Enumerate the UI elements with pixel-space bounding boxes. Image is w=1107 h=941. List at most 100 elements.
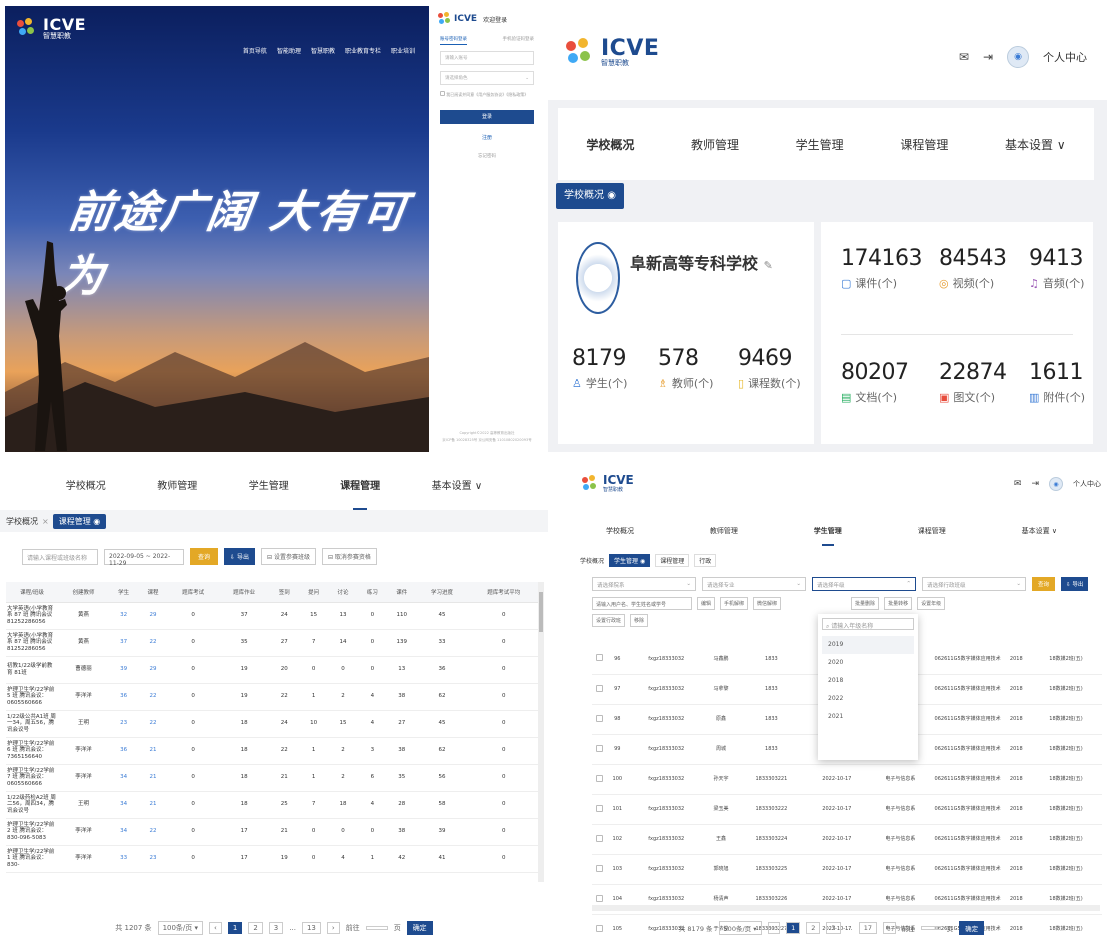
page-button[interactable]: 3 xyxy=(268,922,284,934)
tab-sms-login[interactable]: 手机验证码登录 xyxy=(503,36,535,45)
student-search-input[interactable]: 请输入用户名、学生姓名或学号 xyxy=(592,597,692,610)
tab-basic-settings[interactable]: 基本设置 ∨ xyxy=(432,477,483,492)
table-row[interactable]: 1/22级公共A1班 周一34，周五56，腾讯会议号 王明 23 22 0 18 24 10 1… xyxy=(6,710,540,738)
export-button[interactable]: ⇩ 导出 xyxy=(1061,577,1089,591)
table-cell[interactable]: 23 xyxy=(108,710,139,738)
tab-student-management[interactable]: 学生管理 xyxy=(249,477,289,492)
cancel-competition-button[interactable]: ⊟ 取消参赛资格 xyxy=(321,548,377,565)
dropdown-option[interactable]: 2019 xyxy=(822,636,914,654)
batch-delete-button[interactable]: 批量删除 xyxy=(851,597,880,610)
grade-select[interactable]: 请选择年级 ⌃ xyxy=(812,577,916,591)
tab-course-management[interactable]: 课程管理 xyxy=(900,130,948,159)
column-header[interactable]: 题库考试 xyxy=(167,582,219,603)
goto-page-input[interactable] xyxy=(920,926,941,930)
table-cell[interactable]: 29 xyxy=(138,602,168,630)
logo[interactable]: ICVE 智慧职教 xyxy=(17,17,86,40)
page-button[interactable]: 17 xyxy=(858,922,878,934)
column-header[interactable]: 课件 xyxy=(387,582,417,603)
grade-search-input[interactable]: ⌕ 请输入年级名称 xyxy=(822,618,914,630)
table-row[interactable]: 初教1/22级学前教育 81班 曹德丽 39 29 0 19 20 0 0 0 13 36 0 xyxy=(6,656,540,684)
breadcrumb-item[interactable]: 学校概况 xyxy=(580,556,604,565)
close-icon[interactable]: ◉ xyxy=(607,190,616,201)
table-cell[interactable]: 23 xyxy=(138,845,168,873)
register-link[interactable]: 注册 xyxy=(434,134,540,141)
tab-student-management[interactable]: 学生管理 xyxy=(814,526,842,536)
column-header[interactable]: 讨论 xyxy=(328,582,358,603)
vertical-scrollbar[interactable] xyxy=(538,582,544,882)
table-row[interactable]: 101 fxgz18333032 梁玉美 1833303222 2022-10-17 电子… xyxy=(592,794,1102,825)
column-header[interactable]: 题库作业 xyxy=(218,582,270,603)
table-cell[interactable]: 22 xyxy=(138,683,168,711)
page-button[interactable]: 1 xyxy=(227,922,243,934)
breadcrumb-item[interactable]: 课程管理 xyxy=(655,554,690,567)
logo[interactable]: ICVE 智慧职教 xyxy=(582,474,634,493)
row-checkbox[interactable] xyxy=(592,734,608,765)
breadcrumb-item-active[interactable]: 学生管理 ◉ xyxy=(609,554,651,567)
table-row[interactable]: 大学英语(小学教育系 87 班 腾讯会议 81252286056 黄燕 37 22 0 3… xyxy=(6,629,540,657)
goto-page-input[interactable] xyxy=(365,926,388,930)
table-cell[interactable]: 36 xyxy=(108,737,139,765)
row-checkbox[interactable] xyxy=(592,824,608,855)
phone-unbind-button[interactable]: 手机解绑 xyxy=(720,597,749,610)
tab-student-management[interactable]: 学生管理 xyxy=(796,130,844,159)
dropdown-option[interactable]: 2020 xyxy=(822,654,914,672)
remove-button[interactable]: 移除 xyxy=(630,614,649,627)
logo[interactable]: ICVE 智慧职教 xyxy=(566,38,659,68)
logout-icon[interactable]: ⇥ xyxy=(1031,479,1039,489)
row-checkbox[interactable] xyxy=(592,764,608,795)
close-icon[interactable]: × xyxy=(42,517,49,526)
table-cell[interactable]: 36 xyxy=(108,683,139,711)
table-row[interactable]: 100 fxgz18333032 孙天宇 1833303221 2022-10-17 电子… xyxy=(592,764,1102,795)
confirm-button[interactable]: 确定 xyxy=(406,921,433,935)
tab-school-overview[interactable]: 学校概况 xyxy=(606,526,634,536)
table-cell[interactable]: 39 xyxy=(108,656,139,684)
table-row[interactable]: 大学英语(小学教育系 87 班 腾讯会议 81252286056 黄燕 32 29 0 3… xyxy=(6,602,540,630)
logout-icon[interactable]: ⇥ xyxy=(983,50,993,64)
column-header[interactable]: 课程 xyxy=(138,582,168,603)
breadcrumb[interactable]: 学校概况 ◉ xyxy=(556,183,624,209)
table-cell[interactable]: 21 xyxy=(138,791,168,819)
table-cell[interactable]: 32 xyxy=(108,602,139,630)
set-competition-class-button[interactable]: ⊟ 设置参赛班级 xyxy=(260,548,316,565)
page-button[interactable]: 2 xyxy=(248,922,263,934)
set-admin-class-button[interactable]: 设置行政班 xyxy=(592,614,626,627)
avatar[interactable]: ◉ xyxy=(1007,46,1029,68)
class-select[interactable]: 请选择行政班级 ⌄ xyxy=(922,577,1026,591)
breadcrumb-item-active[interactable]: 课程管理 ◉ xyxy=(52,513,107,529)
page-button[interactable]: 2 xyxy=(806,922,821,934)
nav-item[interactable]: 职业培训 xyxy=(391,46,415,55)
column-header[interactable]: 题库考试平均 xyxy=(467,582,540,603)
row-checkbox[interactable] xyxy=(592,704,608,735)
tab-basic-settings[interactable]: 基本设置 ∨ xyxy=(1022,526,1057,536)
column-header[interactable]: 练习 xyxy=(357,582,388,603)
table-cell[interactable]: 22 xyxy=(138,710,168,738)
next-page-button[interactable]: › xyxy=(883,922,896,934)
nav-item[interactable]: 首页导航 xyxy=(243,46,267,55)
column-header[interactable]: 签到 xyxy=(269,582,299,603)
major-select[interactable]: 请选择专业 ⌄ xyxy=(702,577,806,591)
column-header[interactable]: 提问 xyxy=(298,582,329,603)
nav-item[interactable]: 智慧职教 xyxy=(311,46,335,55)
table-row[interactable]: 1/22级药检A2班 周二56，周四34，腾讯会议号 王明 34 21 0 18 25 7 18… xyxy=(6,791,540,819)
agreement-checkbox[interactable]: 我已阅读并同意《用户服务协议》《隐私政策》 xyxy=(440,91,534,98)
forgot-password-link[interactable]: 忘记密码 xyxy=(434,153,540,159)
table-cell[interactable]: 22 xyxy=(138,629,168,657)
table-cell[interactable]: 34 xyxy=(108,791,139,819)
table-cell[interactable]: 21 xyxy=(138,737,168,765)
table-row[interactable]: 护理卫生学/22学前1 班 腾讯会议：830- 李洋洋 33 23 0 17 19 0 4 1 42… xyxy=(6,845,540,873)
tab-course-management[interactable]: 课程管理 xyxy=(918,526,946,536)
nav-item[interactable]: 智能助理 xyxy=(277,46,301,55)
edit-button[interactable]: 编辑 xyxy=(697,597,716,610)
batch-transfer-button[interactable]: 批量转移 xyxy=(884,597,913,610)
tab-course-management[interactable]: 课程管理 xyxy=(340,477,380,492)
tab-school-overview[interactable]: 学校概况 xyxy=(586,130,634,159)
mail-icon[interactable]: ✉ xyxy=(959,50,969,64)
department-select[interactable]: 请选择院系 ⌄ xyxy=(592,577,696,591)
tab-teacher-management[interactable]: 教师管理 xyxy=(157,477,197,492)
prev-page-button[interactable]: ‹ xyxy=(767,922,781,934)
table-row[interactable]: 102 fxgz18333032 王鑫 1833303224 2022-10-17 电子与… xyxy=(592,824,1102,855)
prev-page-button[interactable]: ‹ xyxy=(209,922,222,934)
tab-basic-settings[interactable]: 基本设置 ∨ xyxy=(1005,130,1066,159)
tab-teacher-management[interactable]: 教师管理 xyxy=(691,130,739,159)
table-row[interactable]: 护理卫生学/22学前2 班 腾讯会议：830-096-5083 李洋洋 34 22 0 1… xyxy=(6,818,540,846)
